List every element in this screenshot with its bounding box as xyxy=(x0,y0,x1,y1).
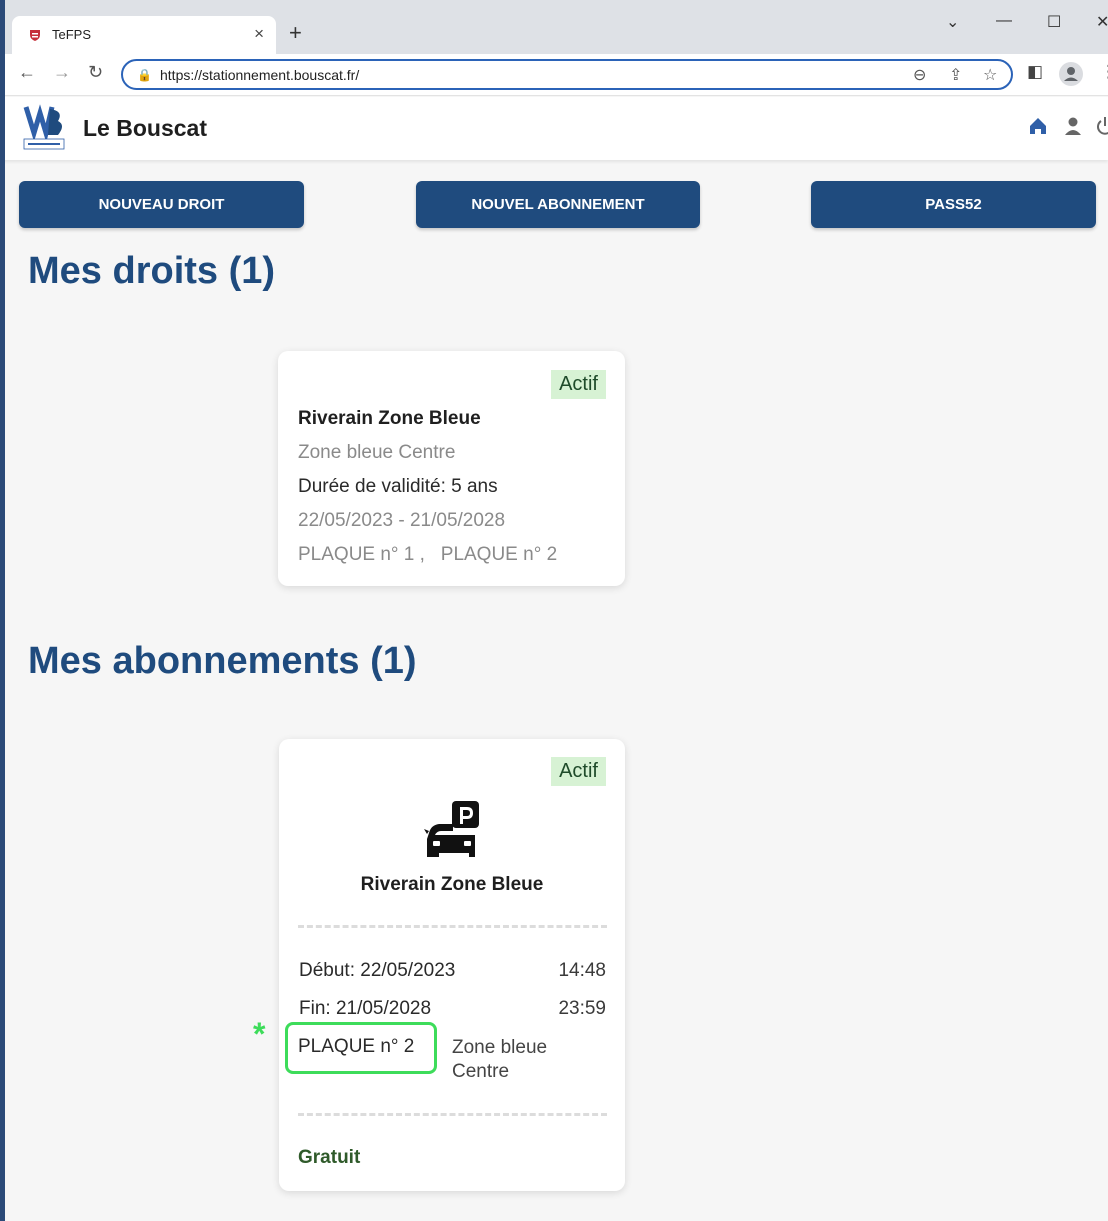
plate-label: PLAQUE n° 2 xyxy=(298,1036,415,1057)
pass52-button[interactable]: PASS52 xyxy=(811,181,1096,228)
end-time: 23:59 xyxy=(558,998,606,1019)
price-label: Gratuit xyxy=(298,1147,361,1168)
dashed-divider xyxy=(298,1113,607,1116)
side-panel-icon[interactable]: ◧ xyxy=(1027,62,1043,82)
forward-icon[interactable]: → xyxy=(53,62,71,83)
shield-favicon-icon xyxy=(30,30,40,41)
browser-toolbar: ← → ↻ 🔒 https://stationnement.bouscat.fr… xyxy=(0,54,1108,96)
status-badge: Actif xyxy=(551,370,606,399)
tab-close-icon[interactable]: × xyxy=(254,24,264,44)
car-parking-icon xyxy=(424,801,479,857)
tab-search-chevron-icon[interactable]: ⌄ xyxy=(946,12,959,32)
droit-period: 22/05/2023 - 21/05/2028 xyxy=(298,510,506,531)
back-icon[interactable]: ← xyxy=(18,62,36,83)
bookmark-star-icon[interactable]: ☆ xyxy=(983,65,997,85)
start-date: Début: 22/05/2023 xyxy=(299,960,456,981)
zoom-icon[interactable]: ⊖ xyxy=(913,65,926,85)
address-bar[interactable]: 🔒 https://stationnement.bouscat.fr/ ⊖ ⇪ … xyxy=(121,59,1013,90)
user-icon[interactable] xyxy=(1062,115,1084,137)
lock-icon[interactable]: 🔒 xyxy=(137,68,152,82)
dashed-divider xyxy=(298,925,607,928)
power-logout-icon[interactable] xyxy=(1094,115,1108,137)
droit-zone: Zone bleue Centre xyxy=(298,442,456,463)
droits-section-title: Mes droits (1) xyxy=(28,250,276,292)
abonnement-name: Riverain Zone Bleue xyxy=(360,874,544,895)
reload-icon[interactable]: ↻ xyxy=(88,62,103,83)
home-icon[interactable] xyxy=(1027,115,1049,137)
status-badge: Actif xyxy=(551,757,606,786)
abonnement-zone: Zone bleue Centre xyxy=(452,1037,548,1082)
url-text[interactable]: https://stationnement.bouscat.fr/ xyxy=(160,67,359,83)
maximize-icon[interactable]: ☐ xyxy=(1047,12,1061,32)
close-window-icon[interactable]: ✕ xyxy=(1096,12,1108,32)
profile-avatar-icon[interactable] xyxy=(1059,62,1083,86)
droit-validity: Durée de validité: 5 ans xyxy=(298,476,498,497)
browser-tab-bar: TeFPS × + ⌄ — ☐ ✕ xyxy=(0,0,1108,54)
le-bouscat-logo[interactable] xyxy=(22,103,66,151)
nouveau-droit-button[interactable]: NOUVEAU DROIT xyxy=(19,181,304,228)
browser-tab[interactable]: TeFPS × xyxy=(12,16,276,54)
highlight-asterisk: * xyxy=(253,1016,266,1052)
abonnement-card[interactable]: Actif Riverain Zone Bleue Début: 22/05/2… xyxy=(279,739,625,1191)
minimize-icon[interactable]: — xyxy=(996,12,1012,30)
end-date: Fin: 21/05/2028 xyxy=(299,998,432,1019)
start-time: 14:48 xyxy=(558,960,606,981)
droit-card[interactable]: Actif Riverain Zone Bleue Zone bleue Cen… xyxy=(278,351,625,586)
brand-name: Le Bouscat xyxy=(83,115,207,141)
nouvel-abonnement-button[interactable]: NOUVEL ABONNEMENT xyxy=(416,181,700,228)
droit-name: Riverain Zone Bleue xyxy=(298,408,481,429)
app-header: Le Bouscat xyxy=(0,97,1108,160)
share-icon[interactable]: ⇪ xyxy=(949,65,962,85)
tab-title: TeFPS xyxy=(52,27,92,42)
window-edge xyxy=(0,0,5,1221)
new-tab-icon[interactable]: + xyxy=(289,20,302,46)
droit-plates: PLAQUE n° 1 , PLAQUE n° 2 xyxy=(298,544,558,565)
browser-menu-icon[interactable]: ⋮ xyxy=(1100,62,1108,82)
abonnements-section-title: Mes abonnements (1) xyxy=(28,640,417,682)
